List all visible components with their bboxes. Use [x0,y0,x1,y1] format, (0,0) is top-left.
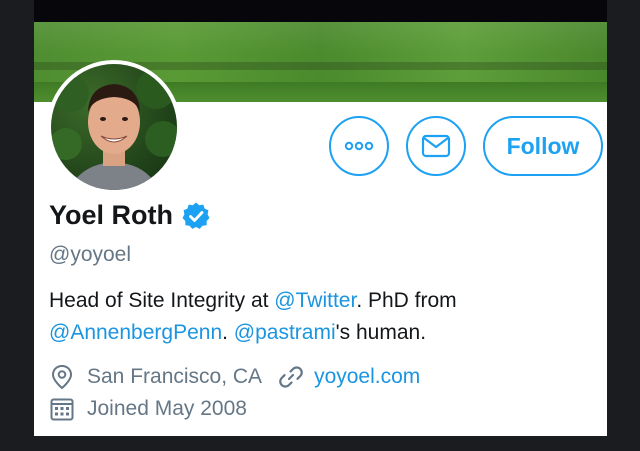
website-link[interactable]: yoyoel.com [314,365,420,389]
envelope-icon [421,134,451,158]
avatar-image [51,64,177,190]
bio-text: 's human. [335,321,427,344]
location-pin-icon [51,364,73,390]
verified-badge-icon [182,202,210,229]
location-text: San Francisco, CA [87,365,263,388]
screenshot-frame: Follow Yoel Roth @yoyoel Head of Site In… [0,0,640,451]
display-name: Yoel Roth [49,200,173,230]
name-row: Yoel Roth [49,200,211,231]
location-website-row: San Francisco, CA yoyoel.com [49,364,420,390]
top-bar [34,0,607,22]
bio-text: . [222,321,234,344]
bio-text: . PhD from [356,289,457,312]
calendar-icon [50,398,74,421]
mention-link-twitter[interactable]: @Twitter [274,289,356,312]
avatar[interactable] [47,60,181,194]
more-horizontal-icon [344,141,374,151]
link-icon [279,366,303,388]
profile-bio: Head of Site Integrity at @Twitter. PhD … [49,285,589,349]
bio-text: Head of Site Integrity at [49,289,275,312]
username-handle: @yoyoel [49,243,132,266]
joined-row: Joined May 2008 [49,396,247,422]
more-options-button[interactable] [329,116,389,176]
joined-date: Joined May 2008 [87,397,247,420]
follow-button[interactable]: Follow [483,116,603,176]
mention-link-pastrami[interactable]: @pastrami [234,321,336,344]
avatar-portrait-icon [51,69,177,190]
profile-card: Follow Yoel Roth @yoyoel Head of Site In… [34,0,607,436]
message-button[interactable] [406,116,466,176]
mention-link-annenbergpenn[interactable]: @AnnenbergPenn [49,321,222,344]
